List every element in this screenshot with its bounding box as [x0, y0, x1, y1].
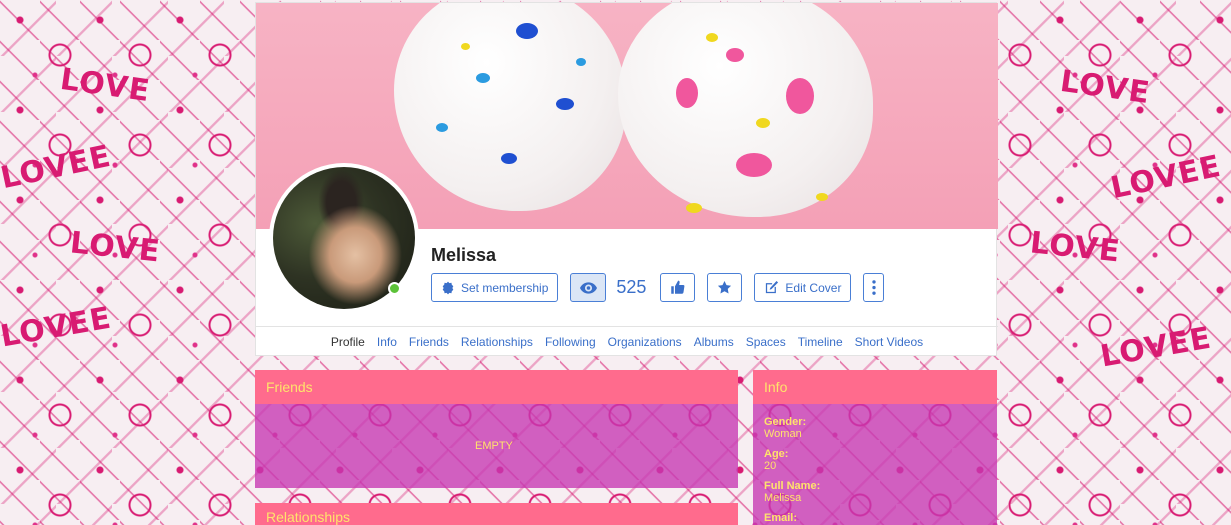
background-love-word: LOVE [1028, 225, 1123, 270]
background-love-word: LOVEE [1097, 320, 1215, 375]
background-love-word: LOVE [68, 225, 163, 270]
set-membership-label: Set membership [461, 280, 549, 295]
paint-splat [786, 78, 814, 114]
balloon-right [618, 3, 873, 217]
tab-timeline[interactable]: Timeline [798, 335, 843, 349]
info-panel-header: Info [753, 370, 997, 404]
edit-cover-button[interactable]: Edit Cover [754, 273, 852, 302]
friends-panel-body: EMPTY [255, 404, 738, 488]
relationships-panel-header: Relationships [255, 503, 738, 525]
friends-panel-header: Friends [255, 370, 738, 404]
profile-card: Melissa Set membership 525 Edit Cover Pr… [255, 2, 998, 357]
relationships-panel-title: Relationships [266, 509, 351, 525]
paint-splat [576, 58, 586, 66]
tab-following[interactable]: Following [545, 335, 596, 349]
paint-splat [726, 48, 744, 62]
background-love-word: LOVEE [0, 300, 115, 355]
paint-splat [736, 153, 772, 177]
info-gender-value: Woman [764, 428, 802, 440]
tab-info[interactable]: Info [377, 335, 397, 349]
tab-organizations[interactable]: Organizations [608, 335, 682, 349]
star-icon [717, 280, 732, 295]
info-panel-body: Gender: Woman Age: 20 Full Name: Melissa… [753, 404, 997, 525]
info-full-name-label: Full Name: [764, 480, 821, 492]
edit-icon [764, 280, 779, 295]
tab-albums[interactable]: Albums [694, 335, 734, 349]
profile-name: Melissa [431, 245, 497, 265]
eye-icon [579, 281, 597, 294]
background-love-word: LOVEE [0, 138, 115, 197]
paint-splat [706, 33, 718, 42]
info-panel-title: Info [764, 379, 788, 395]
paint-splat [556, 98, 574, 110]
tab-short-videos[interactable]: Short Videos [855, 335, 924, 349]
tab-relationships[interactable]: Relationships [461, 335, 533, 349]
paint-splat [436, 123, 448, 132]
info-full-name-value: Melissa [764, 492, 802, 504]
profile-tabs: Profile Info Friends Relationships Follo… [256, 326, 998, 357]
info-gender: Gender: Woman [764, 416, 806, 440]
info-gender-label: Gender: [764, 416, 807, 428]
paint-splat [686, 203, 702, 213]
set-membership-button[interactable]: Set membership [431, 273, 559, 302]
edit-cover-label: Edit Cover [785, 280, 842, 295]
paint-splat [516, 23, 538, 39]
info-full-name: Full Name: Melissa [764, 480, 820, 504]
views-count: 525 [616, 277, 647, 297]
paint-splat [476, 73, 490, 83]
paint-splat [676, 78, 698, 108]
info-age-value: 20 [764, 460, 777, 472]
more-vertical-icon [872, 280, 876, 295]
views-button[interactable] [570, 273, 607, 302]
background-love-word: LOVEE [1107, 148, 1225, 207]
paint-splat [501, 153, 517, 164]
favorite-button[interactable] [707, 273, 743, 302]
like-button[interactable] [660, 273, 696, 302]
tab-spaces[interactable]: Spaces [746, 335, 786, 349]
more-options-button[interactable] [863, 273, 885, 302]
info-age-label: Age: [764, 448, 789, 460]
online-status-indicator [388, 282, 401, 295]
badge-icon [441, 281, 455, 295]
tab-friends[interactable]: Friends [409, 335, 449, 349]
friends-panel-title: Friends [266, 379, 313, 395]
balloon-left [394, 3, 626, 211]
thumbs-up-icon [670, 280, 685, 295]
tab-profile[interactable]: Profile [331, 335, 365, 349]
info-age: Age: 20 [764, 448, 788, 472]
info-email: Email: [764, 512, 797, 524]
paint-splat [756, 118, 770, 128]
background-love-word: LOVE [1058, 63, 1153, 112]
friends-empty-text: EMPTY [475, 440, 513, 452]
paint-splat [816, 193, 828, 201]
paint-splat [461, 43, 470, 50]
profile-actions: Set membership 525 Edit Cover [431, 273, 885, 302]
background-love-word: LOVE [58, 61, 153, 110]
info-email-label: Email: [764, 512, 798, 524]
